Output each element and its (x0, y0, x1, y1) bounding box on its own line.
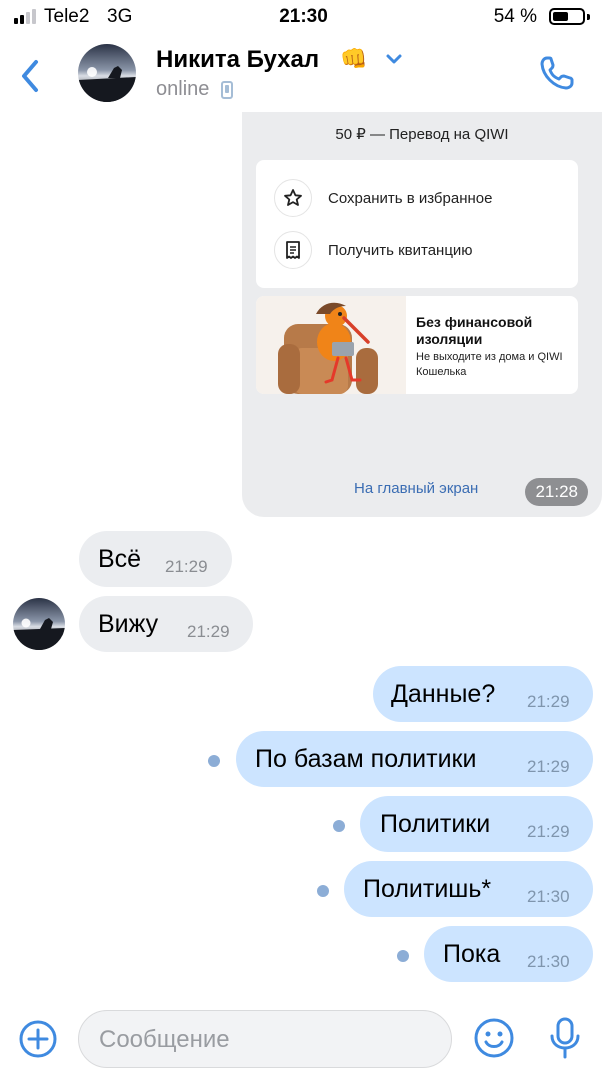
save-favorite-label: Сохранить в избранное (328, 189, 493, 207)
unread-indicator (208, 755, 220, 767)
message-time: 21:30 (527, 952, 570, 971)
battery-percent: 54 % (493, 6, 537, 27)
chevron-down-icon[interactable] (384, 52, 404, 66)
message-bubble-outgoing[interactable]: Пока 21:30 (424, 926, 593, 982)
message-time: 21:29 (527, 692, 570, 711)
unread-indicator (333, 820, 345, 832)
message-time: 21:30 (527, 887, 570, 906)
unread-indicator (397, 950, 409, 962)
get-receipt-action[interactable]: Получить квитанцию (274, 230, 473, 270)
save-favorite-action[interactable]: Сохранить в избранное (274, 178, 492, 218)
phone-icon[interactable] (538, 54, 576, 92)
card-actions: Сохранить в избранное Получить квитанцию (256, 160, 578, 288)
presence-status: online (156, 78, 210, 100)
message-time: 21:28 (525, 478, 588, 506)
message-field[interactable] (78, 1010, 452, 1069)
contact-emoji: 👊 (340, 46, 368, 71)
promo-banner[interactable]: Без финансовой изоляции Не выходите из д… (256, 296, 578, 394)
contact-avatar[interactable] (78, 44, 136, 102)
plus-icon[interactable] (18, 1019, 58, 1059)
sender-avatar[interactable] (13, 598, 65, 650)
message-time: 21:29 (187, 622, 230, 641)
message-text: Всё (98, 545, 142, 573)
message-text: По базам политики (255, 745, 477, 773)
message-bubble-outgoing[interactable]: Политики 21:29 (360, 796, 593, 852)
message-text: Политики (380, 810, 491, 838)
promo-text: Не выходите из дома и QIWI Кошелька (416, 351, 563, 378)
message-bubble-outgoing[interactable]: Данные? 21:29 (373, 666, 593, 722)
message-text: Данные? (391, 680, 496, 708)
message-text: Пока (443, 940, 501, 968)
battery-icon (549, 8, 585, 25)
message-text: Политишь* (363, 875, 492, 903)
transfer-card-message[interactable]: 50 ₽ — Перевод на QIWI Сохранить в избра… (242, 112, 602, 517)
unread-indicator (317, 885, 329, 897)
back-icon[interactable] (16, 56, 46, 96)
contact-name[interactable]: Никита Бухал (156, 46, 319, 74)
message-bubble-incoming[interactable]: Всё 21:29 (79, 531, 232, 587)
promo-title: Без финансовой изоляции (416, 314, 533, 347)
message-text: Вижу (98, 610, 159, 638)
receipt-icon (274, 231, 312, 269)
status-bar: Tele2 3G 21:30 54 % (0, 0, 607, 34)
message-bubble-outgoing[interactable]: По базам политики 21:29 (236, 731, 593, 787)
message-composer (0, 1000, 607, 1080)
message-time: 21:29 (527, 822, 570, 841)
mobile-device-icon (221, 81, 233, 99)
transfer-title: 50 ₽ — Перевод на QIWI (335, 126, 509, 143)
star-icon (274, 179, 312, 217)
get-receipt-label: Получить квитанцию (328, 241, 473, 259)
message-input[interactable] (97, 1011, 431, 1069)
home-screen-link[interactable]: На главный экран (354, 480, 478, 497)
microphone-icon[interactable] (548, 1016, 582, 1060)
message-time: 21:29 (527, 757, 570, 776)
message-bubble-incoming[interactable]: Вижу 21:29 (79, 596, 253, 652)
emoji-icon[interactable] (473, 1017, 515, 1059)
message-bubble-outgoing[interactable]: Политишь* 21:30 (344, 861, 593, 917)
qiwi-kiwi-illustration (256, 296, 406, 394)
message-time: 21:29 (165, 557, 208, 576)
chat-header: Никита Бухал 👊 online (0, 34, 607, 116)
battery-tip (587, 14, 590, 20)
